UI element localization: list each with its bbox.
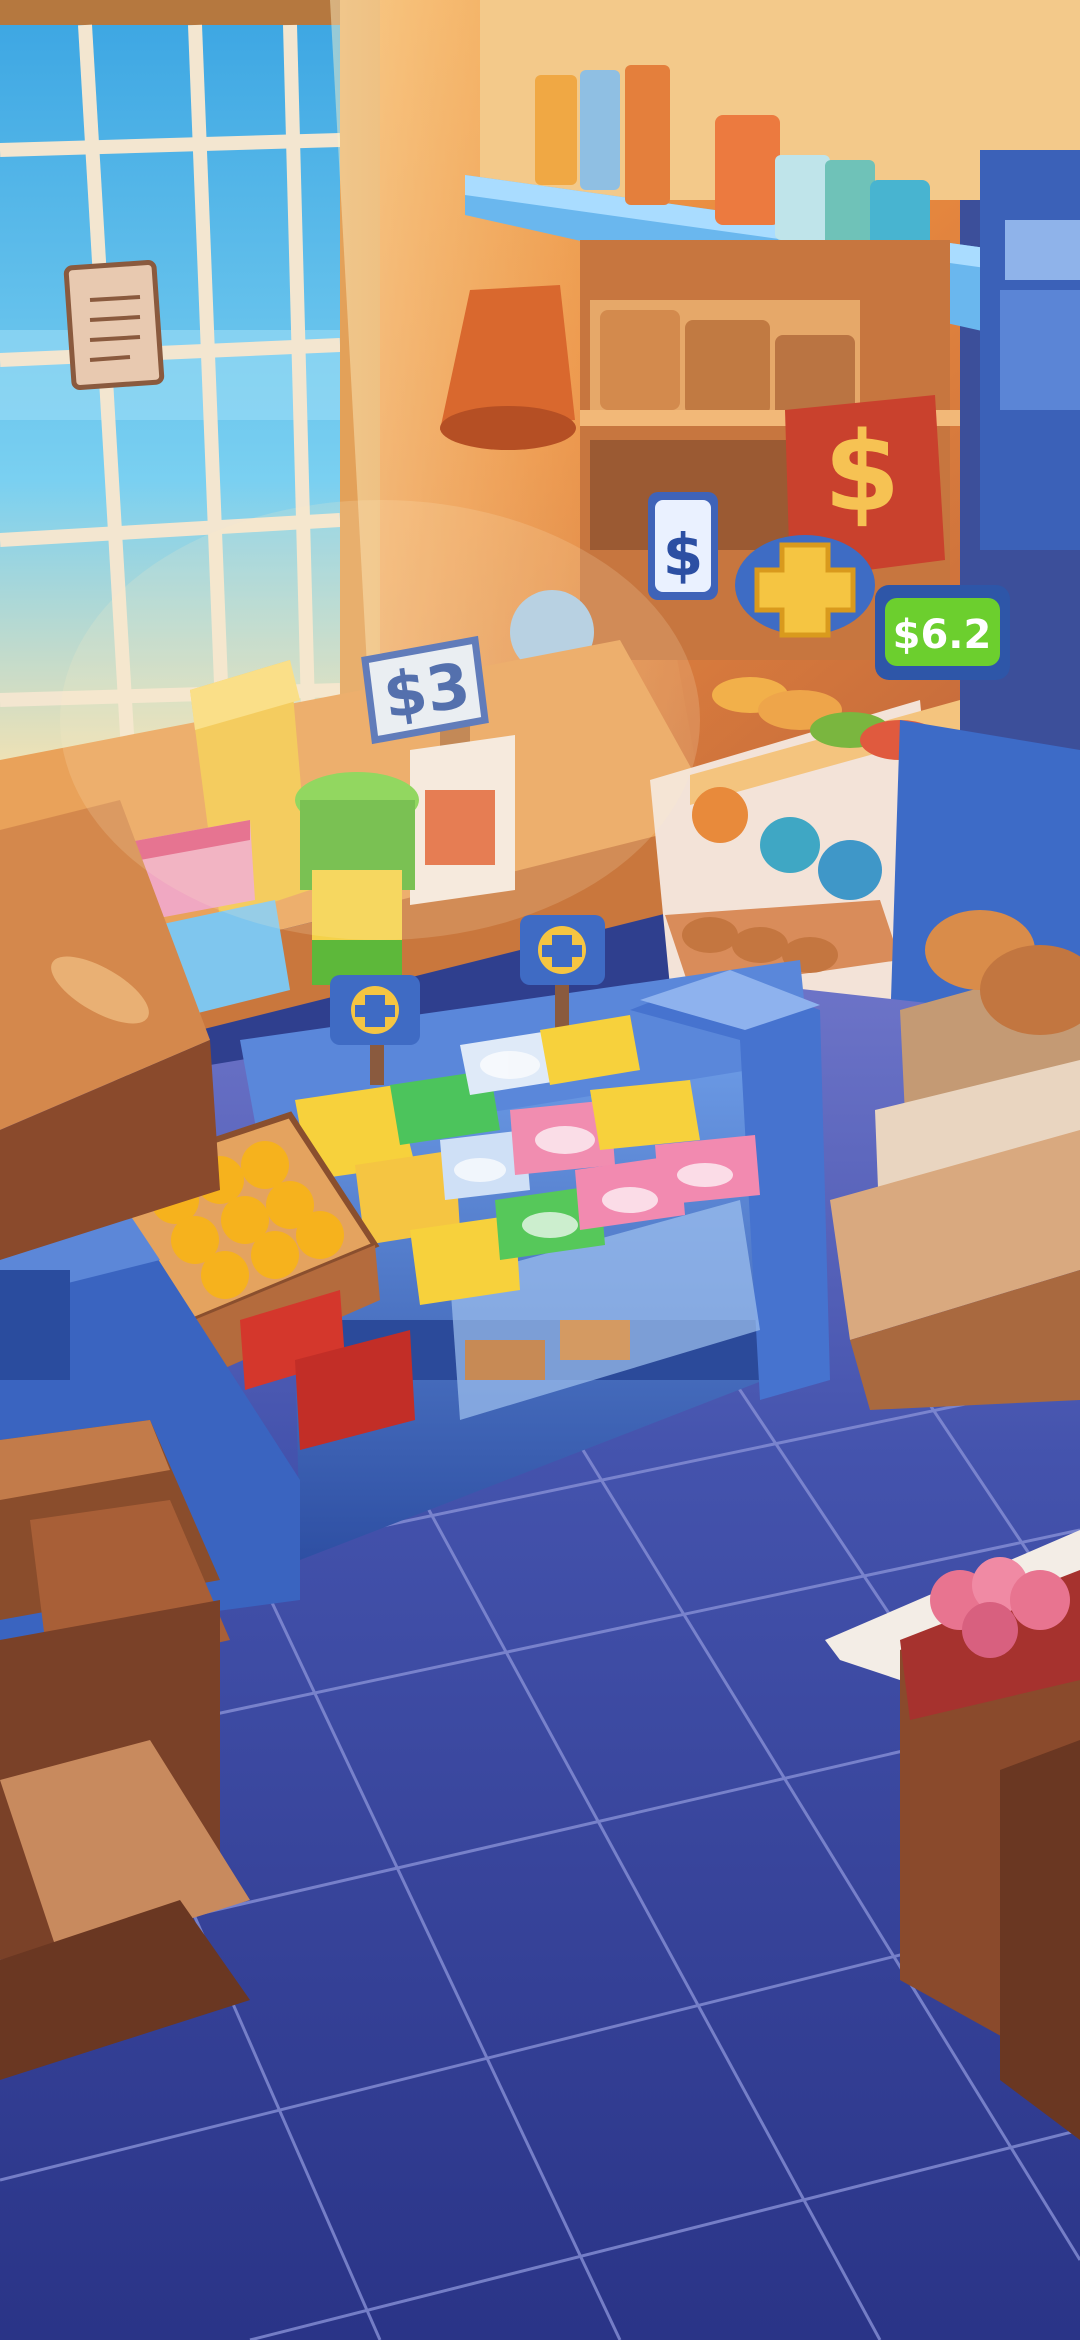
- note-card: [63, 259, 165, 391]
- tall-cabinet: [980, 150, 1080, 550]
- dollar-icon: $: [824, 408, 901, 536]
- plus-token-icon: [735, 535, 875, 638]
- ambient-light: [60, 500, 700, 940]
- svg-text:$6.2: $6.2: [893, 612, 992, 658]
- dollar-icon: $: [663, 521, 703, 589]
- small-dollar-sign: $: [648, 492, 718, 600]
- price-tag-right: $6.2: [875, 585, 1010, 680]
- shop-scene: $ $ $6.2 $3: [0, 0, 1080, 2340]
